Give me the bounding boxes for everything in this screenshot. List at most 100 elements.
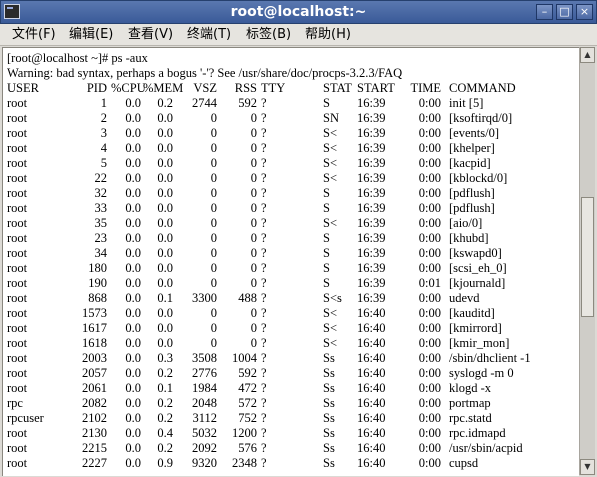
cell-rss: 472 [238, 381, 257, 395]
cell-vsz: 0 [210, 261, 217, 275]
cell-rss: 572 [238, 396, 257, 410]
cell-cpu: 0.0 [125, 231, 141, 245]
terminal-scrollbar[interactable]: ▲ ▼ [579, 47, 595, 475]
scroll-down-arrow-icon[interactable]: ▼ [580, 459, 595, 475]
cell-mem: 0.0 [157, 111, 173, 125]
cell-start: 16:39 [357, 171, 386, 185]
cell-time: 0:00 [418, 261, 441, 275]
cell-mem: 0.0 [157, 336, 173, 350]
cell-stat: S [323, 261, 330, 275]
cell-stat: S [323, 276, 330, 290]
menu-help[interactable]: 帮助(H) [305, 27, 351, 43]
cell-tty: ? [261, 426, 267, 440]
menu-edit[interactable]: 编辑(E) [69, 27, 113, 43]
cell-stat: S< [323, 306, 338, 320]
cell-tty: ? [261, 111, 267, 125]
terminal-output[interactable]: [root@localhost ~]# ps -aux Warning: bad… [2, 47, 579, 476]
menu-file[interactable]: 文件(F) [12, 27, 56, 43]
menu-tabs[interactable]: 标签(B) [246, 27, 291, 43]
scrollbar-thumb[interactable] [581, 197, 594, 317]
cell-start: 16:39 [357, 111, 386, 125]
cell-rss: 592 [238, 96, 257, 110]
cell-tty: ? [261, 396, 267, 410]
cell-time: 0:00 [418, 201, 441, 215]
cell-user: root [7, 96, 28, 110]
cell-stat: S<s [323, 291, 342, 305]
cell-vsz: 0 [210, 231, 217, 245]
cell-command: [kmir_mon] [449, 336, 510, 350]
cell-mem: 0.0 [157, 201, 173, 215]
cell-start: 16:39 [357, 231, 386, 245]
maximize-button[interactable]: □ [556, 4, 573, 20]
cell-pid: 868 [88, 291, 107, 305]
cell-start: 16:40 [357, 351, 386, 365]
cell-time: 0:00 [418, 336, 441, 350]
window-titlebar[interactable]: root@localhost:~ – □ × [0, 0, 597, 24]
cell-tty: ? [261, 141, 267, 155]
cell-stat: S [323, 246, 330, 260]
cell-user: root [7, 171, 28, 185]
cell-rss: 0 [250, 276, 257, 290]
cell-pid: 34 [94, 246, 108, 260]
cell-command: [kauditd] [449, 306, 495, 320]
header-user: USER [7, 81, 39, 95]
cell-tty: ? [261, 336, 267, 350]
cell-start: 16:39 [357, 201, 386, 215]
cell-vsz: 0 [210, 186, 217, 200]
close-button[interactable]: × [576, 4, 593, 20]
cell-user: root [7, 321, 28, 335]
cell-command: [kblockd/0] [449, 171, 508, 185]
cell-mem: 0.0 [157, 276, 173, 290]
header-vsz: VSZ [193, 81, 217, 95]
cell-user: root [7, 141, 28, 155]
cell-time: 0:00 [418, 456, 441, 470]
menu-terminal[interactable]: 终端(T) [187, 27, 231, 43]
cell-rss: 0 [250, 111, 257, 125]
warning-line: Warning: bad syntax, perhaps a bogus '-'… [7, 66, 403, 80]
cell-time: 0:00 [418, 246, 441, 260]
cell-user: root [7, 441, 28, 455]
cell-start: 16:40 [357, 456, 386, 470]
header-start: START [357, 81, 395, 95]
menu-view[interactable]: 查看(V) [128, 27, 173, 43]
cell-user: root [7, 351, 28, 365]
cell-command: rpc.idmapd [449, 426, 506, 440]
cell-cpu: 0.0 [125, 306, 141, 320]
cell-cpu: 0.0 [125, 321, 141, 335]
cell-pid: 35 [94, 216, 108, 230]
cell-command: init [5] [449, 96, 484, 110]
cell-pid: 2082 [82, 396, 107, 410]
cell-tty: ? [261, 246, 267, 260]
cell-user: root [7, 336, 28, 350]
cell-time: 0:00 [418, 231, 441, 245]
cell-command: [kswapd0] [449, 246, 502, 260]
cell-start: 16:39 [357, 141, 386, 155]
cell-start: 16:40 [357, 366, 386, 380]
cell-rss: 1200 [232, 426, 257, 440]
cell-cpu: 0.0 [125, 216, 141, 230]
minimize-button[interactable]: – [536, 4, 553, 20]
cell-command: syslogd -m 0 [449, 366, 514, 380]
cell-stat: S< [323, 321, 338, 335]
cell-rss: 0 [250, 231, 257, 245]
header-rss: RSS [234, 81, 257, 95]
cell-cpu: 0.0 [125, 336, 141, 350]
cell-command: /sbin/dhclient -1 [449, 351, 531, 365]
scroll-up-arrow-icon[interactable]: ▲ [580, 47, 595, 63]
cell-stat: S [323, 201, 330, 215]
cell-rss: 0 [250, 261, 257, 275]
cell-tty: ? [261, 351, 267, 365]
cell-start: 16:40 [357, 441, 386, 455]
cell-stat: S< [323, 141, 338, 155]
cell-user: root [7, 426, 28, 440]
cell-mem: 0.0 [157, 126, 173, 140]
cell-rss: 1004 [232, 351, 257, 365]
header-mem: %MEM [143, 81, 184, 95]
cell-mem: 0.9 [157, 456, 173, 470]
cell-time: 0:00 [418, 381, 441, 395]
cell-vsz: 0 [210, 171, 217, 185]
header-time: TIME [410, 81, 441, 95]
cell-mem: 0.2 [157, 366, 173, 380]
cell-vsz: 9320 [192, 456, 217, 470]
cell-rss: 0 [250, 126, 257, 140]
